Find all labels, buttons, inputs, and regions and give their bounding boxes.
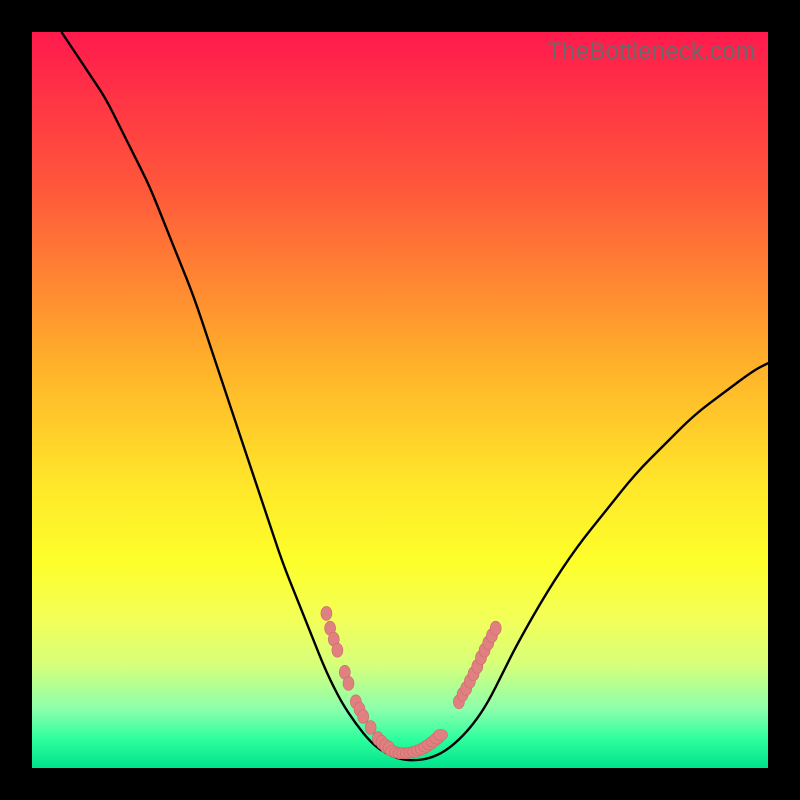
curve-marker bbox=[343, 676, 354, 690]
curve-marker bbox=[358, 710, 369, 724]
curve-marker bbox=[434, 729, 448, 740]
bottleneck-curve-svg bbox=[32, 32, 768, 768]
curve-marker bbox=[332, 643, 343, 657]
bottleneck-curve-path bbox=[61, 32, 768, 760]
curve-marker bbox=[321, 606, 332, 620]
curve-marker bbox=[365, 721, 376, 735]
outer-frame: TheBottleneck.com bbox=[0, 0, 800, 800]
plot-area: TheBottleneck.com bbox=[32, 32, 768, 768]
marker-group bbox=[321, 606, 501, 758]
curve-marker bbox=[490, 621, 501, 635]
